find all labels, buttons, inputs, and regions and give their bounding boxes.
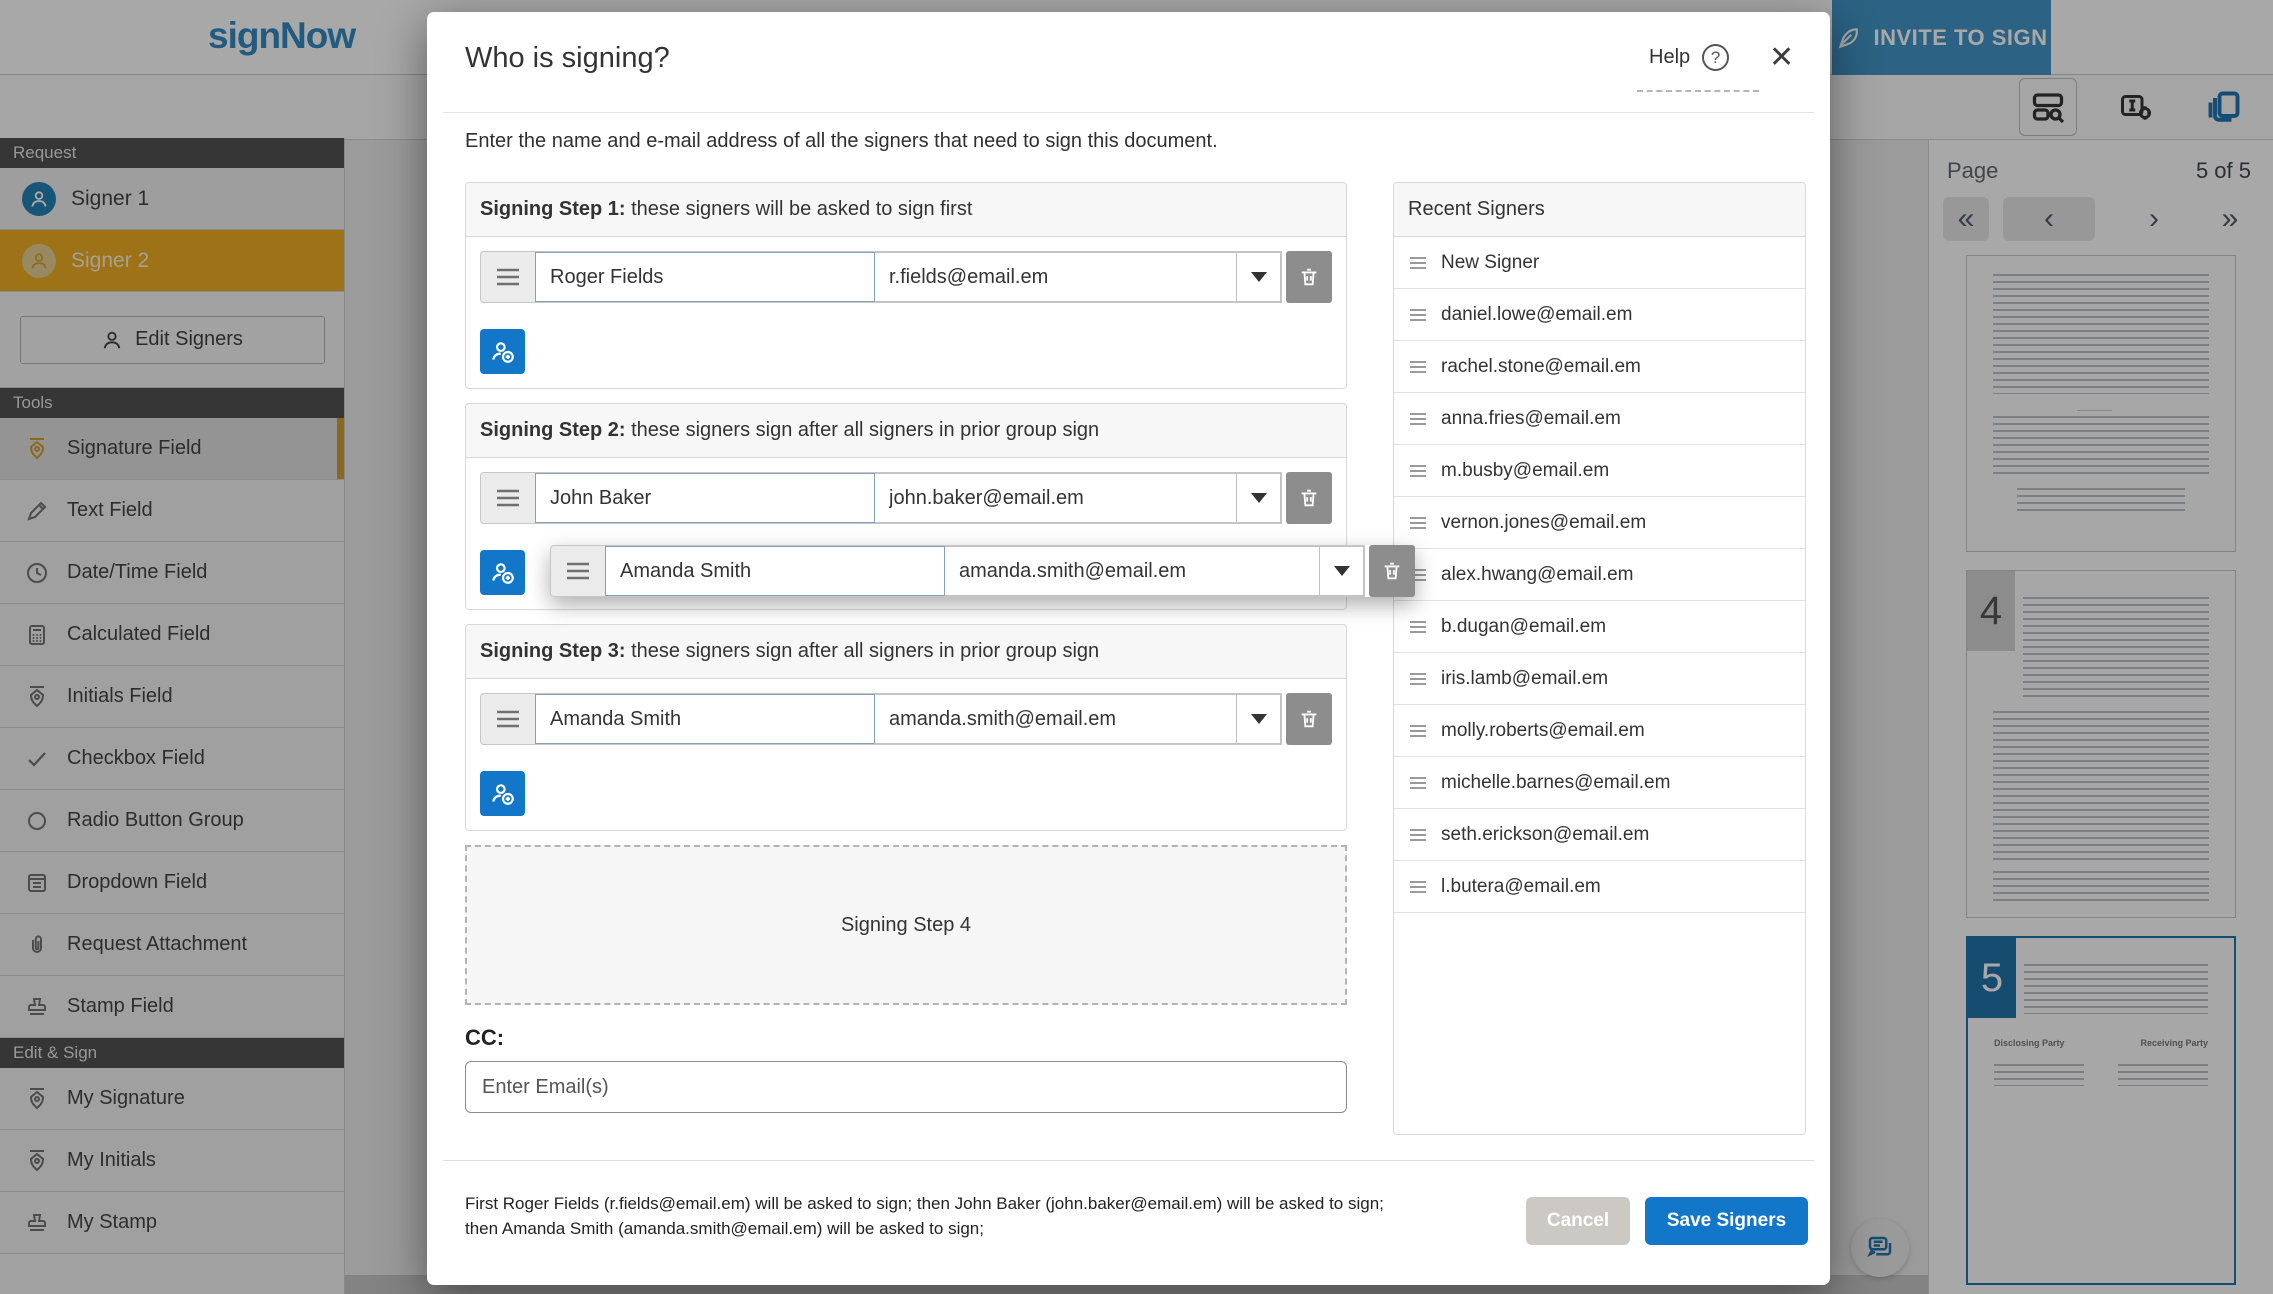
signer-email-input[interactable] (875, 694, 1237, 744)
signing-step-3-box: Signing Step 3: these signers sign after… (465, 624, 1347, 831)
recent-signer-item[interactable]: michelle.barnes@email.em (1394, 757, 1805, 809)
close-icon[interactable]: ✕ (1769, 40, 1794, 75)
chevron-down-icon (1250, 493, 1267, 503)
chevron-down-icon (1250, 272, 1267, 282)
recent-signer-item[interactable]: iris.lamb@email.em (1394, 653, 1805, 705)
drag-handle-icon (1410, 412, 1426, 425)
drag-handle[interactable] (481, 473, 535, 523)
signer-name-input[interactable] (535, 694, 875, 744)
save-signers-button[interactable]: Save Signers (1645, 1197, 1808, 1245)
person-plus-icon (490, 339, 516, 365)
trash-icon (1298, 266, 1320, 288)
person-plus-icon (490, 560, 516, 586)
recent-signer-item[interactable]: b.dugan@email.em (1394, 601, 1805, 653)
help-dashed-underline (1637, 90, 1759, 92)
signing-step-1-box: Signing Step 1: these signers will be as… (465, 182, 1347, 389)
signer-email-input[interactable] (945, 546, 1320, 596)
recent-signer-item[interactable]: m.busby@email.em (1394, 445, 1805, 497)
recent-signer-item[interactable]: l.butera@email.em (1394, 861, 1805, 913)
recent-signers-title: Recent Signers (1394, 183, 1805, 237)
signing-step-2-header: Signing Step 2: these signers sign after… (466, 404, 1346, 458)
recent-signer-item[interactable]: daniel.lowe@email.em (1394, 289, 1805, 341)
signer-email-input[interactable] (875, 252, 1237, 302)
signer-name-input[interactable] (535, 473, 875, 523)
drag-handle-icon (1410, 672, 1426, 685)
drag-handle-icon (1410, 360, 1426, 373)
signing-step-4-dropzone[interactable]: Signing Step 4 (465, 845, 1347, 1005)
delete-signer-button[interactable] (1286, 693, 1332, 745)
help-question-icon: ? (1702, 44, 1730, 71)
add-signer-button[interactable] (480, 329, 525, 374)
drag-handle-icon (1410, 620, 1426, 633)
trash-icon (1298, 708, 1320, 730)
cancel-button[interactable]: Cancel (1526, 1197, 1630, 1245)
recent-signer-item[interactable]: rachel.stone@email.em (1394, 341, 1805, 393)
modal-title: Who is signing? (465, 42, 670, 74)
chevron-down-icon (1333, 566, 1350, 576)
signer-name-input[interactable] (605, 546, 945, 596)
drag-handle-icon (1410, 724, 1426, 737)
dragged-signer-row[interactable] (550, 545, 1415, 597)
signing-steps-column: Signing Step 1: these signers will be as… (465, 182, 1347, 1113)
person-plus-icon (490, 781, 516, 807)
header-divider (443, 112, 1814, 113)
signer-options-dropdown[interactable] (1237, 694, 1281, 744)
signer-name-input[interactable] (535, 252, 875, 302)
recent-signer-item[interactable]: alex.hwang@email.em (1394, 549, 1805, 601)
help-link[interactable]: Help ? (1649, 44, 1730, 71)
trash-icon (1381, 560, 1403, 582)
add-signer-button[interactable] (480, 771, 525, 816)
drag-handle-icon (1410, 308, 1426, 321)
drag-handle-icon (1410, 256, 1426, 269)
trash-icon (1298, 487, 1320, 509)
chevron-down-icon (1250, 714, 1267, 724)
add-signer-button[interactable] (480, 550, 525, 595)
footer-divider (443, 1160, 1814, 1161)
delete-signer-button[interactable] (1286, 251, 1332, 303)
recent-signer-item[interactable]: molly.roberts@email.em (1394, 705, 1805, 757)
signer-row (480, 472, 1332, 524)
drag-handle-icon (1410, 464, 1426, 477)
signer-row (480, 251, 1332, 303)
drag-handle[interactable] (481, 694, 535, 744)
signing-step-3-header: Signing Step 3: these signers sign after… (466, 625, 1346, 679)
recent-signer-item[interactable]: New Signer (1394, 237, 1805, 289)
recent-signers-panel: Recent Signers New Signer daniel.lowe@em… (1393, 182, 1806, 1135)
signer-options-dropdown[interactable] (1320, 546, 1364, 596)
modal-instruction: Enter the name and e-mail address of all… (465, 130, 1218, 152)
drag-handle-icon (1410, 828, 1426, 841)
recent-signer-item[interactable]: anna.fries@email.em (1394, 393, 1805, 445)
drag-handle[interactable] (481, 252, 535, 302)
recent-signer-item[interactable]: vernon.jones@email.em (1394, 497, 1805, 549)
cc-label: CC: (465, 1025, 505, 1050)
signer-email-input[interactable] (875, 473, 1237, 523)
signer-options-dropdown[interactable] (1237, 252, 1281, 302)
recent-signer-item[interactable]: seth.erickson@email.em (1394, 809, 1805, 861)
signer-row (480, 693, 1332, 745)
drag-handle[interactable] (551, 546, 605, 596)
drag-handle-icon (1410, 880, 1426, 893)
signing-order-summary: First Roger Fields (r.fields@email.em) w… (465, 1194, 1384, 1238)
who-is-signing-modal: Who is signing? Help ? ✕ Enter the name … (427, 12, 1830, 1285)
signing-step-1-header: Signing Step 1: these signers will be as… (466, 183, 1346, 237)
drag-handle-icon (1410, 776, 1426, 789)
delete-signer-button[interactable] (1286, 472, 1332, 524)
delete-signer-button[interactable] (1369, 545, 1415, 597)
cc-email-input[interactable] (465, 1061, 1347, 1113)
drag-handle-icon (1410, 516, 1426, 529)
signer-options-dropdown[interactable] (1237, 473, 1281, 523)
